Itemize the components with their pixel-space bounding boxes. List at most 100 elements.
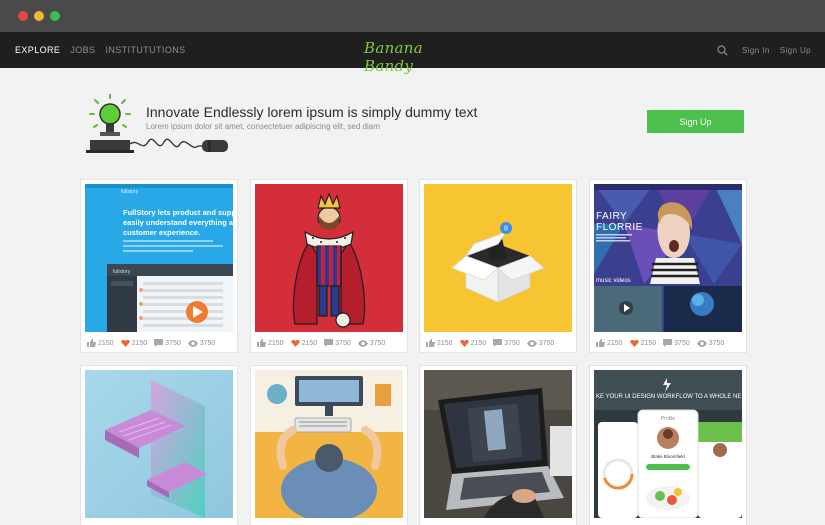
card-stats: 2150 2150 3750 3750 (257, 338, 385, 348)
desk-top-view-illustration[interactable] (255, 370, 403, 518)
comments-stat[interactable]: 3750 (154, 339, 181, 347)
ui-kit-name: Blake Bloomfield (651, 454, 685, 459)
fairy-section: music videos (596, 278, 631, 284)
heart-icon (290, 339, 300, 347)
card-stats: 2150 2150 3750 3750 (596, 338, 724, 348)
comments-count: 3750 (165, 339, 181, 347)
hero-title: Innovate Endlessly lorem ipsum is simply… (146, 104, 478, 120)
laptop-photo[interactable] (424, 370, 572, 518)
views-stat: 3750 (696, 339, 725, 347)
nav-jobs[interactable]: JOBS (70, 45, 95, 55)
svg-text:FullStory lets product and sup: FullStory lets product and supp (123, 208, 233, 217)
top-navbar: EXPLORE JOBS INSTITUTUTIONS Banana Bandy… (0, 32, 825, 75)
views-stat: 3750 (357, 339, 386, 347)
likes-stat[interactable]: 2150 (596, 339, 623, 347)
comments-stat[interactable]: 3750 (493, 339, 520, 347)
eye-icon (526, 339, 537, 347)
hero-banner: Innovate Endlessly lorem ipsum is simply… (80, 92, 750, 162)
card-stats: 2150 2150 3750 3750 (87, 338, 215, 348)
search-icon[interactable] (716, 44, 728, 56)
hearts-count: 2150 (131, 339, 148, 347)
svg-text:customer experience.: customer experience. (123, 228, 200, 237)
thumbs-up-icon (87, 339, 96, 347)
ui-kit-headline: KE YOUR UI DESIGN WORKFLOW TO A WHOLE NE (596, 394, 741, 400)
hero-subtitle: Lorem ipsum dolor sit amet, consectetuer… (146, 122, 380, 131)
isometric-keyboard[interactable] (85, 370, 233, 518)
shot-card-king[interactable]: 2150 2150 3750 3750 (250, 179, 408, 353)
title-bar (0, 0, 825, 32)
shot-card-desk[interactable] (250, 365, 408, 525)
nav-actions: Sign In Sign Up (716, 32, 811, 68)
views-stat: 3750 (526, 339, 555, 347)
fullstory-screenshot[interactable]: fullstory FullStory lets product and sup… (85, 184, 233, 332)
box-illustration[interactable]: 8 (424, 184, 572, 332)
comments-count: 3750 (504, 339, 520, 347)
hearts-count: 2150 (470, 339, 487, 347)
likes-stat[interactable]: 2150 (426, 339, 453, 347)
likes-count: 2150 (98, 339, 114, 347)
hearts-stat[interactable]: 2150 (290, 339, 318, 347)
comments-stat[interactable]: 3750 (324, 339, 351, 347)
comment-icon (493, 339, 503, 347)
nav-institutions[interactable]: INSTITUTUTIONS (105, 45, 185, 55)
hearts-stat[interactable]: 2150 (629, 339, 657, 347)
maximize-window-button[interactable] (50, 11, 60, 21)
views-count: 3750 (708, 339, 725, 347)
sign-in-link[interactable]: Sign In (742, 46, 770, 55)
shot-card-box[interactable]: 8 2150 2150 3750 3750 (419, 179, 577, 353)
logo-text: Banana Bandy (364, 39, 423, 75)
likes-count: 2150 (268, 339, 284, 347)
fairy-florrie-website[interactable]: FAIRY FLORRIE music videos (594, 184, 742, 332)
views-stat: 3750 (187, 339, 216, 347)
minimize-window-button[interactable] (34, 11, 44, 21)
heart-icon (120, 339, 130, 347)
likes-stat[interactable]: 2150 (87, 339, 114, 347)
eye-icon (357, 339, 368, 347)
main-nav: EXPLORE JOBS INSTITUTUTIONS (15, 32, 186, 68)
views-count: 3750 (538, 339, 555, 347)
comments-stat[interactable]: 3750 (663, 339, 690, 347)
ui-design-kit[interactable]: KE YOUR UI DESIGN WORKFLOW TO A WHOLE NE… (594, 370, 742, 518)
hearts-count: 2150 (640, 339, 657, 347)
shot-card-fullstory[interactable]: fullstory FullStory lets product and sup… (80, 179, 238, 353)
thumbs-up-icon (426, 339, 435, 347)
views-count: 3750 (199, 339, 216, 347)
hearts-stat[interactable]: 2150 (459, 339, 487, 347)
fullstory-brand-top: fullstory (121, 189, 139, 195)
likes-count: 2150 (607, 339, 623, 347)
comment-icon (663, 339, 673, 347)
shot-card-isometric[interactable] (80, 365, 238, 525)
shot-card-fairy[interactable]: FAIRY FLORRIE music videos 2150 2150 375… (589, 179, 747, 353)
hearts-stat[interactable]: 2150 (120, 339, 148, 347)
eye-icon (187, 339, 198, 347)
fairy-title-2: FLORRIE (596, 222, 643, 233)
comment-icon (154, 339, 164, 347)
close-window-button[interactable] (18, 11, 28, 21)
heart-icon (459, 339, 469, 347)
likes-count: 2150 (437, 339, 453, 347)
nav-explore[interactable]: EXPLORE (15, 45, 60, 55)
shot-card-laptop[interactable] (419, 365, 577, 525)
ui-kit-profile: Profile (661, 416, 675, 422)
fairy-title-1: FAIRY (596, 211, 627, 222)
svg-text:fullstory: fullstory (113, 269, 131, 275)
svg-text:easily understand everything a: easily understand everything a (123, 218, 233, 227)
comments-count: 3750 (674, 339, 690, 347)
eye-icon (696, 339, 707, 347)
shot-card-ui-kit[interactable]: KE YOUR UI DESIGN WORKFLOW TO A WHOLE NE… (589, 365, 747, 525)
thumbs-up-icon (596, 339, 605, 347)
heart-icon (629, 339, 639, 347)
card-stats: 2150 2150 3750 3750 (426, 338, 554, 348)
hero-sign-up-button[interactable]: Sign Up (647, 110, 744, 133)
likes-stat[interactable]: 2150 (257, 339, 284, 347)
thumbs-up-icon (257, 339, 266, 347)
views-count: 3750 (369, 339, 386, 347)
sign-up-link[interactable]: Sign Up (780, 46, 811, 55)
comments-count: 3750 (335, 339, 351, 347)
browser-window: EXPLORE JOBS INSTITUTUTIONS Banana Bandy… (0, 0, 825, 525)
box-badge: 8 (504, 226, 508, 233)
brand-logo[interactable]: Banana Bandy (364, 36, 464, 75)
king-illustration[interactable] (255, 184, 403, 332)
comment-icon (324, 339, 334, 347)
hearts-count: 2150 (301, 339, 318, 347)
